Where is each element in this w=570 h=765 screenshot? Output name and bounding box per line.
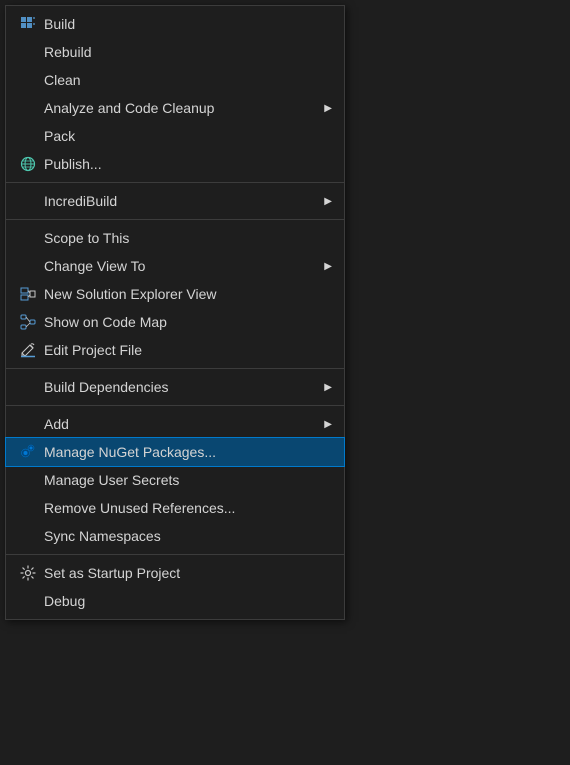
codemap-icon: [14, 314, 42, 330]
gear-icon: [14, 565, 42, 581]
edit-icon: [14, 342, 42, 358]
menu-item-codemap[interactable]: Show on Code Map: [6, 308, 344, 336]
menu-item-removeunused[interactable]: Remove Unused References...: [6, 494, 344, 522]
menu-item-label-newsolution: New Solution Explorer View: [42, 286, 332, 302]
menu-item-rebuild[interactable]: Rebuild: [6, 38, 344, 66]
menu-item-label-scope: Scope to This: [42, 230, 332, 246]
menu-item-build[interactable]: Build: [6, 10, 344, 38]
menu-item-label-nuget: Manage NuGet Packages...: [42, 444, 332, 460]
submenu-arrow-changeview: ▶: [324, 261, 332, 272]
menu-item-startup[interactable]: Set as Startup Project: [6, 559, 344, 587]
nuget-icon: [14, 444, 42, 460]
menu-item-label-clean: Clean: [42, 72, 332, 88]
menu-item-label-publish: Publish...: [42, 156, 332, 172]
menu-item-publish[interactable]: Publish...: [6, 150, 344, 178]
menu-item-label-analyze: Analyze and Code Cleanup: [42, 100, 324, 116]
menu-item-label-builddeps: Build Dependencies: [42, 379, 324, 395]
separator-after-incredibuild: [6, 219, 344, 220]
menu-item-label-syncns: Sync Namespaces: [42, 528, 332, 544]
separator-after-builddeps: [6, 405, 344, 406]
separator-after-editproject: [6, 368, 344, 369]
submenu-arrow-incredibuild: ▶: [324, 196, 332, 207]
context-menu: Build Rebuild Clean Analyze and Code Cleanu…: [5, 5, 345, 620]
menu-item-add[interactable]: Add▶: [6, 410, 344, 438]
menu-item-label-incredibuild: IncrediBuild: [42, 193, 324, 209]
menu-item-analyze[interactable]: Analyze and Code Cleanup▶: [6, 94, 344, 122]
menu-item-incredibuild[interactable]: IncrediBuild▶: [6, 187, 344, 215]
sol-explorer-icon: [14, 286, 42, 302]
menu-item-pack[interactable]: Pack: [6, 122, 344, 150]
globe-icon: [14, 156, 42, 172]
menu-item-builddeps[interactable]: Build Dependencies▶: [6, 373, 344, 401]
menu-item-usersecrets[interactable]: Manage User Secrets: [6, 466, 344, 494]
menu-item-label-removeunused: Remove Unused References...: [42, 500, 332, 516]
menu-item-nuget[interactable]: Manage NuGet Packages...: [6, 438, 344, 466]
menu-item-label-build: Build: [42, 16, 332, 32]
menu-item-syncns[interactable]: Sync Namespaces: [6, 522, 344, 550]
menu-item-label-rebuild: Rebuild: [42, 44, 332, 60]
separator-after-publish: [6, 182, 344, 183]
menu-item-label-usersecrets: Manage User Secrets: [42, 472, 332, 488]
menu-item-label-changeview: Change View To: [42, 258, 324, 274]
menu-item-label-codemap: Show on Code Map: [42, 314, 332, 330]
menu-item-label-editproject: Edit Project File: [42, 342, 332, 358]
menu-item-newsolution[interactable]: New Solution Explorer View: [6, 280, 344, 308]
menu-item-changeview[interactable]: Change View To▶: [6, 252, 344, 280]
menu-item-label-add: Add: [42, 416, 324, 432]
menu-item-editproject[interactable]: Edit Project File: [6, 336, 344, 364]
menu-item-debug[interactable]: Debug: [6, 587, 344, 615]
menu-item-label-startup: Set as Startup Project: [42, 565, 332, 581]
submenu-arrow-add: ▶: [324, 419, 332, 430]
submenu-arrow-builddeps: ▶: [324, 382, 332, 393]
submenu-arrow-analyze: ▶: [324, 103, 332, 114]
menu-item-scope[interactable]: Scope to This: [6, 224, 344, 252]
separator-after-syncns: [6, 554, 344, 555]
menu-item-label-pack: Pack: [42, 128, 332, 144]
menu-item-clean[interactable]: Clean: [6, 66, 344, 94]
menu-item-label-debug: Debug: [42, 593, 332, 609]
build-icon: [14, 16, 42, 32]
